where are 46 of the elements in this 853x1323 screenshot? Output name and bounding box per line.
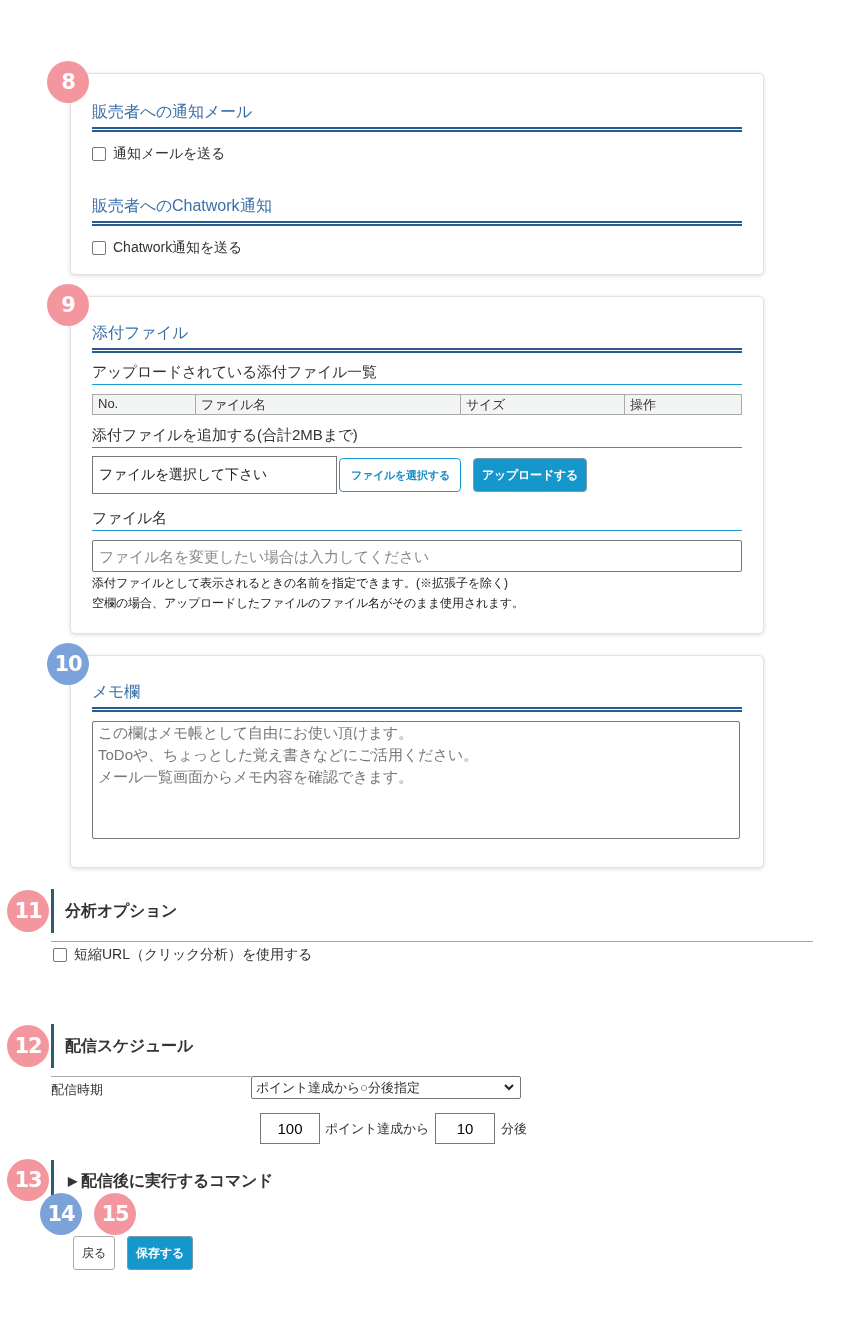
section-heading: 販売者への通知メール — [92, 102, 742, 132]
section-heading: 添付ファイル — [92, 323, 742, 353]
choose-file-button[interactable]: ファイルを選択する — [339, 458, 461, 492]
column-header: 操作 — [625, 395, 742, 414]
expand-toggle-icon[interactable]: ▶ — [68, 1174, 77, 1188]
checkbox-label: 短縮URL（クリック分析）を使用する — [74, 946, 312, 964]
column-header: No. — [93, 395, 196, 414]
file-name-field[interactable]: ファイル名を変更したい場合は入力してください — [92, 540, 742, 572]
back-button[interactable]: 戻る — [73, 1236, 115, 1270]
checkbox[interactable] — [92, 241, 106, 255]
memo-field[interactable]: この欄はメモ帳として自由にお使い頂けます。 ToDoや、ちょっとした覚え書きなどにご活用ください。 メール一覧画面からメモ内容を確認できます。 — [92, 721, 740, 839]
points-field[interactable]: 100 — [260, 1113, 320, 1144]
step-badge: 9 — [47, 284, 89, 326]
column-header: ファイル名 — [196, 395, 461, 414]
checkbox[interactable] — [53, 948, 67, 962]
checkbox-label: Chatwork通知を送る — [113, 239, 243, 257]
help-text: 空欄の場合、アップロードしたファイルのファイル名がそのまま使用されます。 — [92, 595, 525, 612]
column-header: サイズ — [461, 395, 625, 414]
section-heading: メモ欄 — [92, 682, 742, 712]
section-heading[interactable]: 配信後に実行するコマンド — [81, 1170, 273, 1192]
subsection-heading: 添付ファイルを追加する(合計2MBまで) — [92, 425, 742, 448]
step-badge: 11 — [7, 890, 49, 932]
step-badge: 8 — [47, 61, 89, 103]
field-label: 配信時期 — [51, 1076, 251, 1099]
step-badge: 15 — [94, 1193, 136, 1235]
help-text: 添付ファイルとして表示されるときの名前を指定できます。(※拡張子を除く) — [92, 575, 509, 592]
step-badge: 10 — [47, 643, 89, 685]
section-heading: 分析オプション — [51, 889, 813, 933]
file-field[interactable]: ファイルを選択して下さい — [92, 456, 337, 494]
chevron-down-icon — [504, 1084, 514, 1091]
checkbox[interactable] — [92, 147, 106, 161]
checkbox-label: 通知メールを送る — [113, 145, 225, 163]
field-label: ファイル名 — [92, 508, 742, 531]
placeholder-text: メール一覧画面からメモ内容を確認できます。 — [98, 767, 413, 787]
minutes-field[interactable]: 10 — [435, 1113, 495, 1144]
placeholder-text: ToDoや、ちょっとした覚え書きなどにご活用ください。 — [98, 745, 479, 765]
step-badge: 13 — [7, 1159, 49, 1201]
section-heading: 配信スケジュール — [51, 1024, 813, 1068]
field-label: 分後 — [501, 1119, 527, 1138]
step-badge: 12 — [7, 1025, 49, 1067]
timing-select[interactable]: ポイント達成から○分後指定 — [251, 1076, 521, 1099]
field-label: ポイント達成から — [325, 1119, 429, 1138]
step-badge: 14 — [40, 1193, 82, 1235]
subsection-heading: アップロードされている添付ファイル一覧 — [92, 362, 742, 385]
placeholder-text: この欄はメモ帳として自由にお使い頂けます。 — [98, 723, 413, 743]
section-heading: 販売者へのChatwork通知 — [92, 196, 742, 226]
